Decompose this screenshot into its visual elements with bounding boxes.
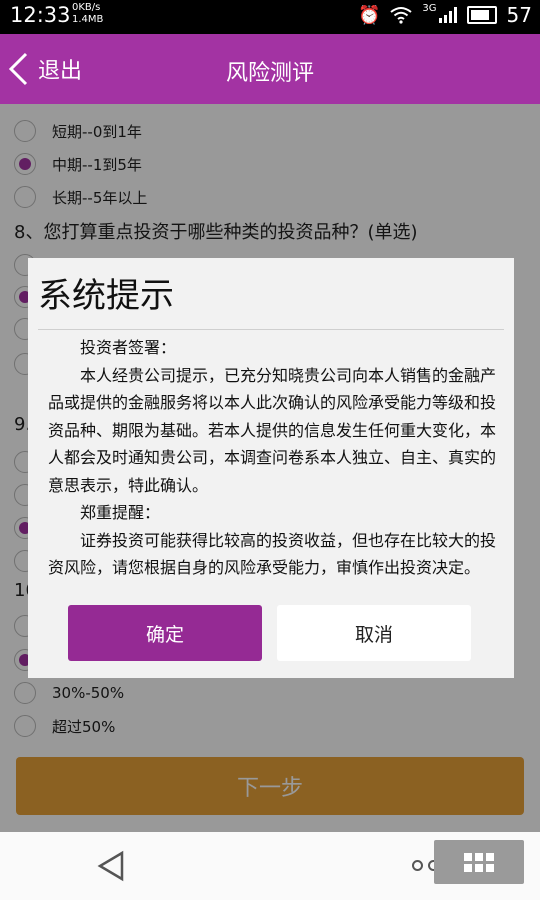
paragraph-confirmation: 本人经贵公司提示，已充分知晓贵公司向本人销售的金融产品或提供的金融服务将以本人此…: [48, 365, 497, 495]
dialog-body: 投资者签署： 本人经贵公司提示，已充分知晓贵公司向本人销售的金融产品或提供的金融…: [48, 334, 496, 582]
heading-reminder: 郑重提醒：: [80, 503, 161, 522]
paragraph-risk-warning: 证券投资可能获得比较高的投资收益，但也存在比较大的投资风险，请您根据自身的风险承…: [48, 530, 497, 578]
alarm-icon: ⏰: [358, 4, 381, 26]
battery-icon: [466, 6, 497, 24]
nav-back-icon[interactable]: [96, 850, 126, 882]
status-time: 12:33: [10, 3, 71, 27]
page-title: 风险测评: [225, 61, 314, 86]
app-header: 退出 风险测评: [0, 34, 540, 104]
dialog-title: 系统提示: [38, 276, 174, 316]
heading-investor-signature: 投资者签署：: [80, 338, 177, 357]
network-type: 3G: [422, 3, 437, 14]
status-bar: 12:33 0KB/s 1.4MB ⏰ 3G 57: [0, 0, 540, 34]
system-prompt-dialog: 系统提示 投资者签署： 本人经贵公司提示，已充分知晓贵公司向本人销售的金融产品或…: [28, 258, 514, 678]
dialog-divider: [38, 329, 504, 330]
cancel-button[interactable]: 取消: [277, 605, 471, 661]
app-grid-icon[interactable]: [434, 840, 524, 884]
signal-icon: [438, 7, 457, 23]
network-speed: 0KB/s 1.4MB: [72, 2, 104, 25]
confirm-button[interactable]: 确定: [68, 605, 262, 661]
battery-level: 57: [506, 3, 532, 27]
wifi-icon: [390, 7, 413, 24]
status-icons: ⏰ 3G 57: [358, 3, 532, 27]
